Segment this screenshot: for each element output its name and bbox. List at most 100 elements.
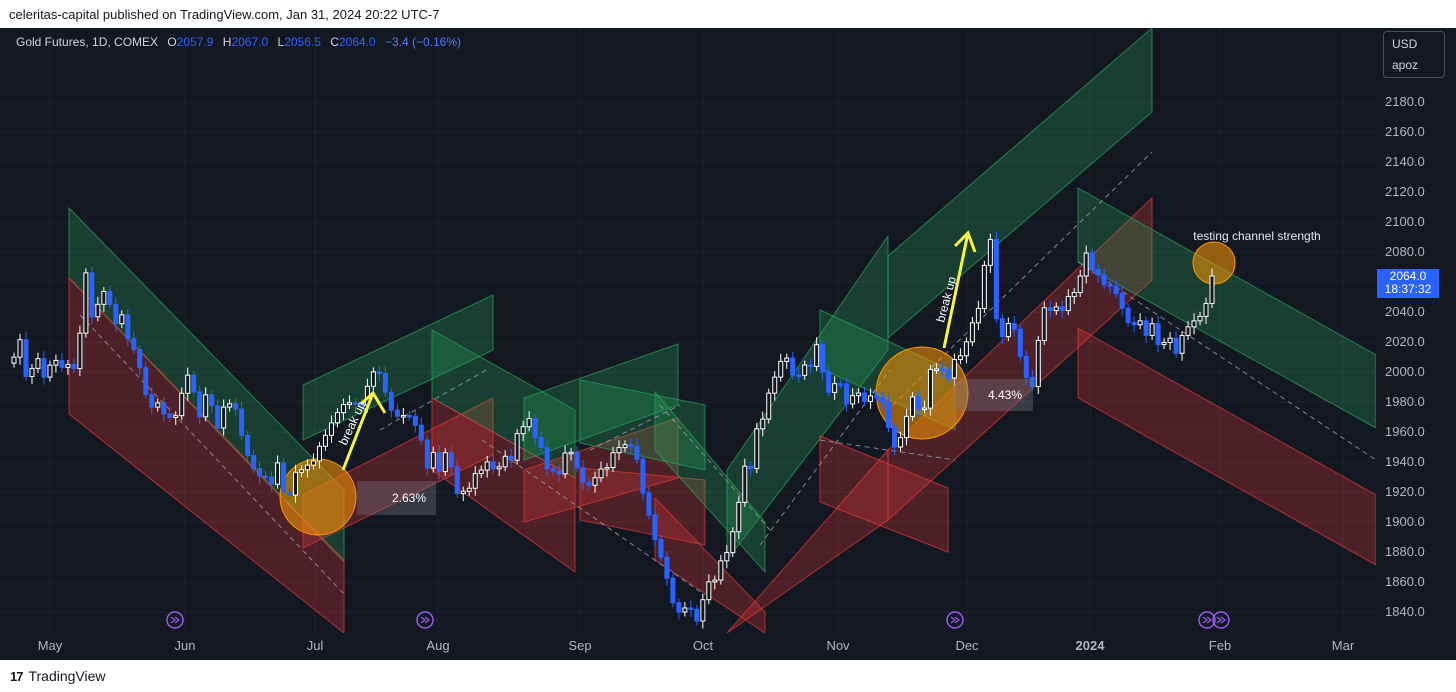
time-axis[interactable]: May Jun Jul Aug Sep Oct Nov Dec 2024 Feb Mar — [38, 638, 1355, 653]
symbol-name: Gold Futures, 1D, COMEX — [16, 35, 159, 49]
candle-body — [706, 581, 712, 601]
candle-body — [963, 341, 969, 357]
y-tick-label: 2120.0 — [1385, 184, 1425, 199]
candle-body — [754, 428, 760, 470]
price-axis[interactable]: 1840.0 1860.0 1880.0 1900.0 1920.0 1940.0 1960… — [1385, 94, 1425, 619]
y-tick-label: 2040.0 — [1385, 304, 1425, 319]
candle-body — [915, 396, 921, 410]
candle-body — [832, 383, 838, 393]
candle-body — [197, 391, 203, 418]
candle-body — [1203, 302, 1209, 317]
candle-body — [670, 577, 676, 604]
y-tick-label: 2100.0 — [1385, 214, 1425, 229]
candle-body — [185, 374, 191, 394]
candle-body — [1077, 275, 1083, 294]
candle-body — [83, 272, 89, 334]
y-tick-label: 1860.0 — [1385, 574, 1425, 589]
y-tick-label: 2160.0 — [1385, 124, 1425, 139]
candle-body — [826, 371, 832, 393]
chart-svg[interactable]: 1840.0 1860.0 1880.0 1900.0 1920.0 1940.0 1960… — [0, 0, 1456, 692]
event-chevron-icon — [420, 616, 430, 624]
candle-body — [400, 415, 406, 418]
candle-body — [862, 392, 868, 402]
measure-label: 4.43% — [988, 388, 1022, 402]
candle-body — [646, 492, 652, 516]
candle-body — [526, 418, 532, 428]
candle-body — [263, 475, 269, 479]
currency-unit-button[interactable]: USD apoz — [1383, 31, 1445, 78]
x-tick-label: Mar — [1332, 638, 1355, 653]
candle-body — [1185, 326, 1191, 337]
candle-body — [316, 445, 322, 462]
candle-body — [155, 402, 161, 408]
candle-body — [616, 447, 622, 454]
x-tick-label: Nov — [826, 638, 850, 653]
candle-body — [269, 476, 275, 485]
candle-body — [1053, 306, 1059, 312]
candle-body — [53, 359, 59, 366]
candle-body — [1149, 323, 1155, 336]
change-value: −3.4 (−0.16%) — [384, 35, 462, 49]
candle-body — [742, 465, 748, 503]
y-tick-label: 2140.0 — [1385, 154, 1425, 169]
candle-body — [23, 339, 29, 377]
candle-body — [328, 422, 334, 436]
candle-body — [496, 466, 502, 470]
candle-body — [1197, 315, 1203, 322]
candle-body — [886, 401, 892, 428]
candle-body — [904, 415, 910, 439]
candle-body — [784, 357, 790, 362]
candle-body — [424, 439, 430, 469]
candle-body — [730, 531, 736, 554]
y-tick-label: 2000.0 — [1385, 364, 1425, 379]
x-tick-label: May — [38, 638, 63, 653]
candle-body — [346, 402, 352, 406]
footer-bar: 17 TradingView — [0, 660, 1456, 692]
x-tick-label: Jul — [307, 638, 324, 653]
candle-body — [257, 468, 263, 477]
candle-body — [538, 437, 544, 449]
candle-body — [550, 468, 556, 472]
y-tick-label: 1980.0 — [1385, 394, 1425, 409]
candle-body — [29, 367, 35, 378]
candle-body — [47, 364, 53, 378]
candle-body — [430, 452, 436, 469]
unit-label: apoz — [1392, 58, 1419, 72]
candle-body — [987, 239, 993, 266]
candle-body — [993, 239, 999, 320]
candle-body — [796, 374, 802, 377]
candle-body — [664, 556, 670, 579]
highlight-circle — [279, 458, 357, 536]
event-chevron-icon — [1216, 616, 1226, 624]
candle-body — [65, 364, 71, 368]
candle-body — [1005, 323, 1011, 338]
candle-body — [460, 490, 466, 494]
candle-body — [562, 452, 568, 475]
candle-body — [1059, 306, 1065, 312]
candle-body — [778, 360, 784, 378]
candle-body — [101, 290, 107, 305]
candle-body — [760, 418, 766, 430]
candle-body — [418, 424, 424, 441]
x-tick-label: Dec — [955, 638, 979, 653]
candle-body — [1047, 307, 1053, 312]
candle-body — [814, 344, 820, 367]
candle-body — [311, 460, 316, 466]
candle-body — [1071, 292, 1077, 298]
candle-body — [969, 322, 975, 343]
candle-body — [490, 461, 496, 470]
tradingview-logo[interactable]: 17 TradingView — [10, 668, 106, 684]
close-label: C — [330, 35, 339, 49]
candle-body — [945, 369, 951, 379]
candle-body — [215, 405, 221, 429]
annotation-testing-channel: testing channel strength — [1193, 229, 1320, 243]
x-tick-label: Feb — [1209, 638, 1231, 653]
candle-body — [1125, 307, 1131, 323]
candle-body — [694, 608, 700, 622]
candle-body — [520, 426, 526, 435]
candle-body — [17, 339, 23, 358]
brand-name: TradingView — [28, 668, 106, 684]
candle-body — [113, 304, 119, 325]
candle-body — [125, 314, 131, 340]
candle-body — [1041, 307, 1047, 342]
